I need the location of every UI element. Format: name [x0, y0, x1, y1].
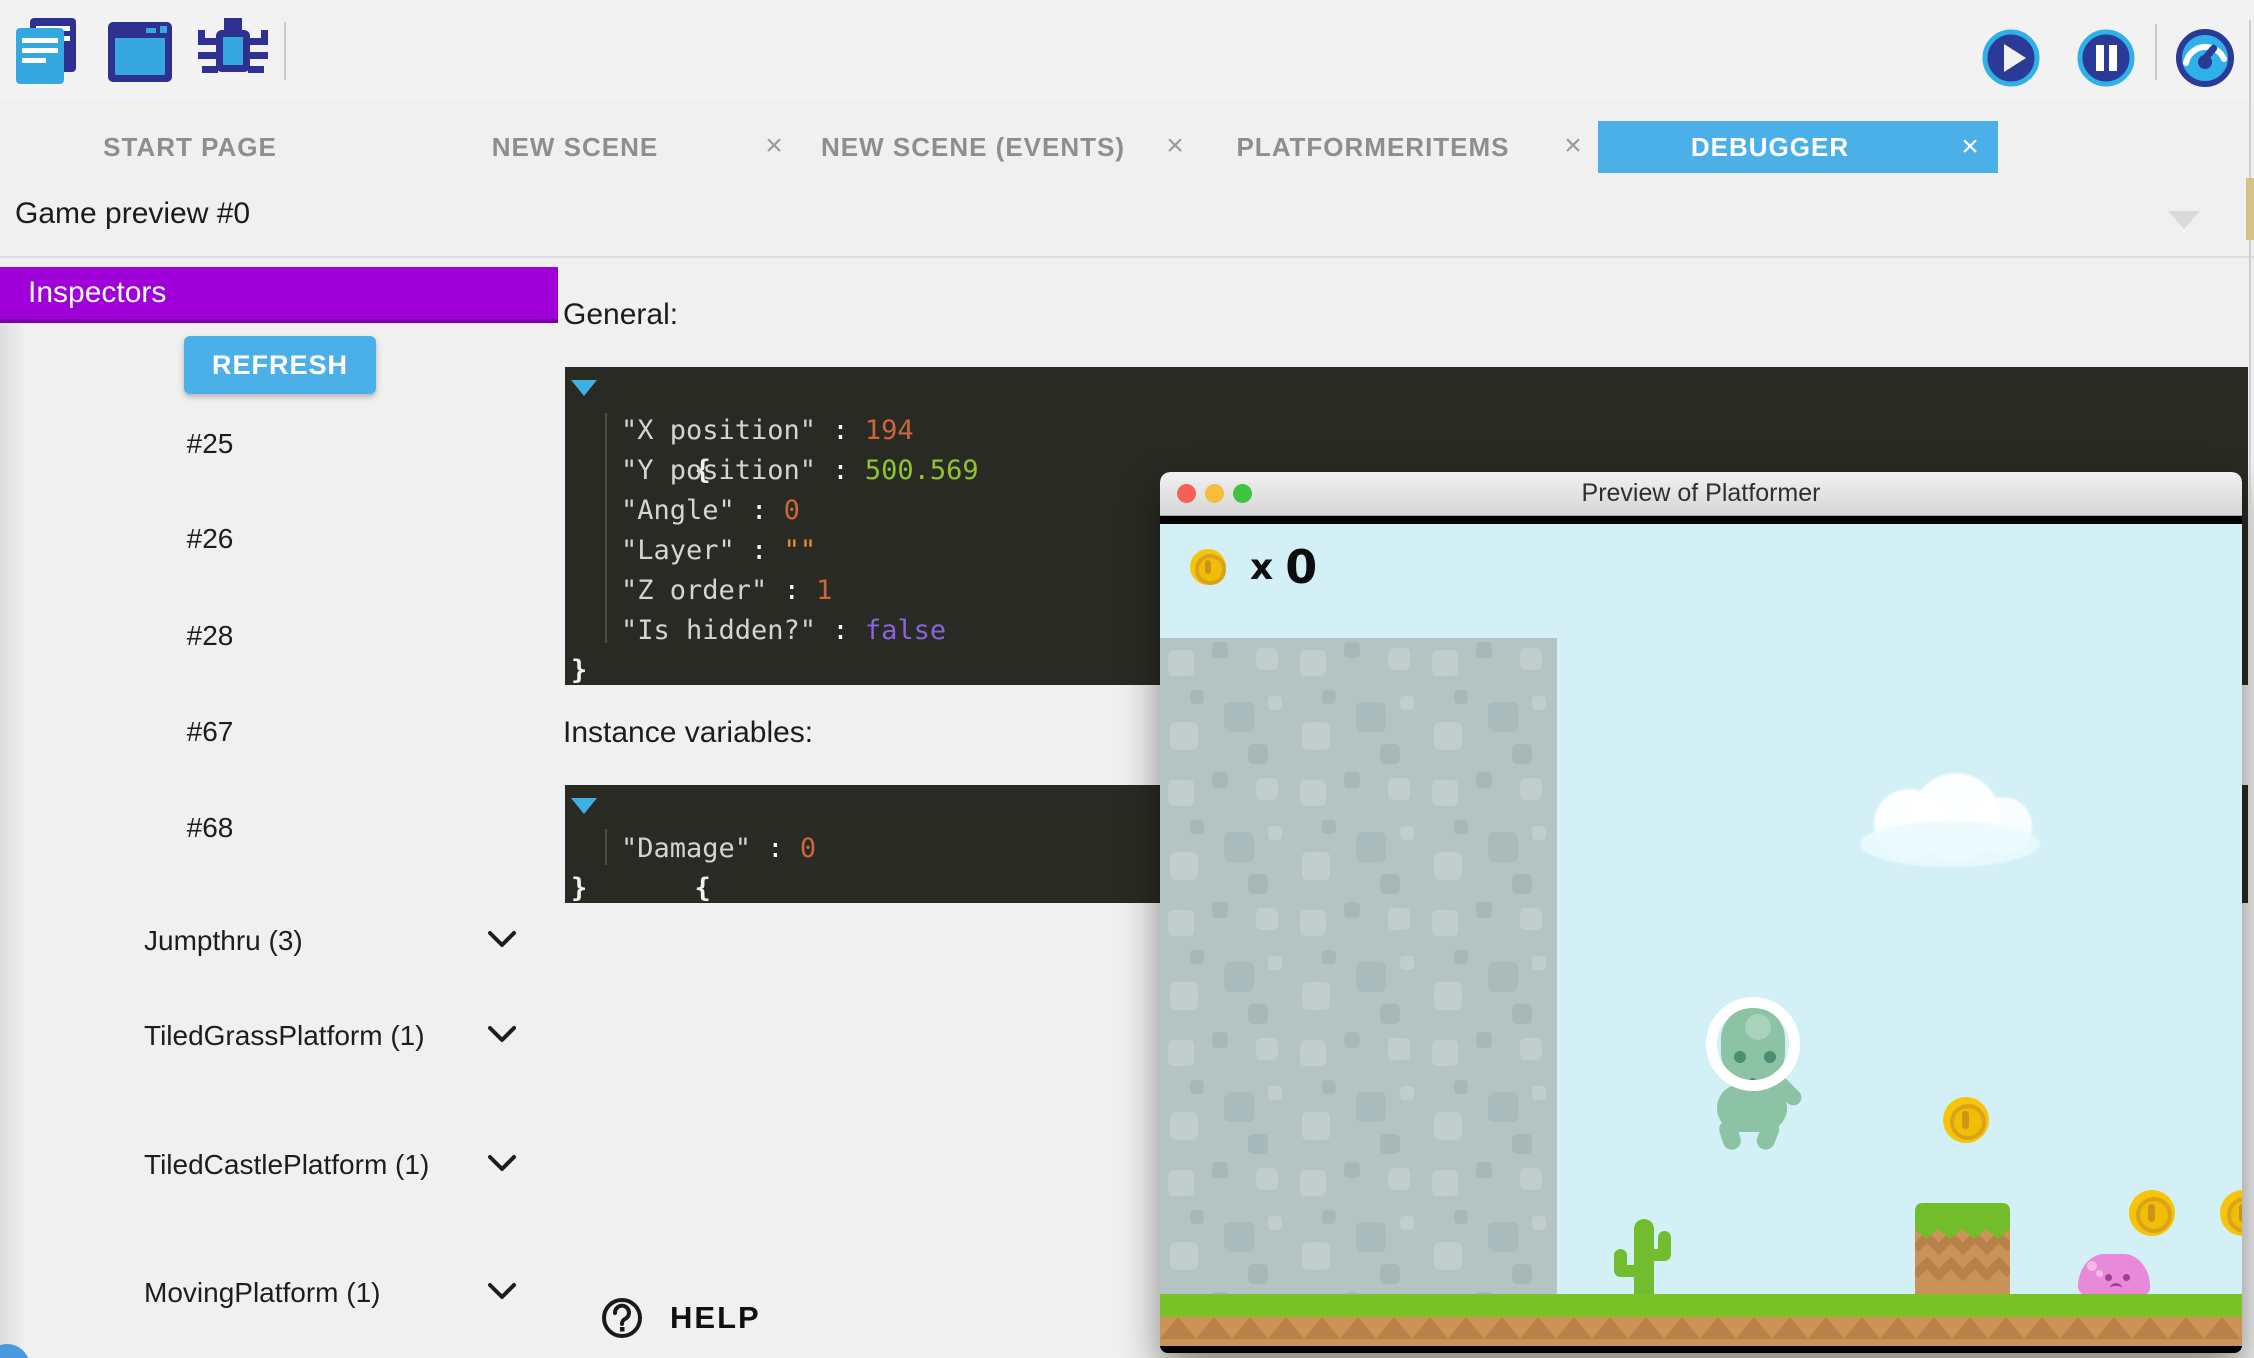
inspector-item-28[interactable]: #28	[60, 620, 360, 652]
tab-new-scene-events[interactable]: NEW SCENE (EVENTS)	[793, 121, 1153, 173]
json-colon: :	[767, 575, 816, 606]
cloud-sprite	[1860, 773, 2040, 873]
debugger-bug-icon[interactable]	[196, 16, 270, 91]
json-colon: :	[751, 833, 800, 864]
chevron-down-icon	[2168, 211, 2200, 229]
platform-block-sprite	[1915, 1203, 2010, 1294]
preview-select-label: Game preview #0	[15, 197, 250, 231]
sidebar-scroll-shadow	[0, 322, 26, 1358]
gdevelop-app: START PAGE NEW SCENE × NEW SCENE (EVENTS…	[0, 0, 2254, 1358]
json-value: false	[865, 615, 946, 646]
json-colon: :	[735, 495, 784, 526]
json-close-brace: }	[571, 873, 587, 904]
json-key: "Z order"	[621, 575, 767, 606]
tab-new-scene-events-close-icon[interactable]: ×	[1155, 121, 1195, 173]
json-value: ""	[784, 535, 817, 566]
project-manager-icon[interactable]	[14, 16, 80, 91]
coin-sprite	[1943, 1097, 1989, 1143]
scrollbar-marker	[2246, 178, 2254, 240]
preview-window[interactable]: Preview of Platformer	[1160, 472, 2242, 1353]
preview-window-titlebar[interactable]: Preview of Platformer	[1160, 472, 2242, 516]
inspectors-title: Inspectors	[28, 276, 166, 310]
inspector-group-tiledgrassplatform[interactable]: TiledGrassPlatform (1)	[144, 1019, 454, 1053]
instance-variables-heading: Instance variables:	[563, 716, 813, 750]
json-key: "Is hidden?"	[621, 615, 816, 646]
ground-dirt	[1160, 1339, 2242, 1346]
inspector-group-jumpthru[interactable]: Jumpthru (3)	[144, 924, 454, 958]
json-key: "Y position"	[621, 455, 816, 486]
json-value: 1	[816, 575, 832, 606]
json-key: "Damage"	[621, 833, 751, 864]
json-value: 194	[865, 415, 914, 446]
json-key: "X position"	[621, 415, 816, 446]
tab-platformeritems[interactable]: PLATFORMERITEMS	[1193, 121, 1553, 173]
tab-bar: START PAGE NEW SCENE × NEW SCENE (EVENTS…	[0, 121, 2254, 173]
inspector-item-67[interactable]: #67	[60, 716, 360, 748]
pause-icon[interactable]	[2077, 29, 2135, 92]
hud-coin-count: 0	[1285, 540, 1317, 594]
inspector-item-26[interactable]: #26	[60, 523, 360, 555]
letterbox-top	[1160, 516, 2242, 524]
alien-player-sprite	[1700, 990, 1860, 1170]
help-label: HELP	[670, 1300, 761, 1336]
json-collapse-icon[interactable]	[571, 380, 597, 396]
tab-debugger-close-icon[interactable]: ×	[1942, 130, 1998, 164]
slime-enemy-sprite	[2078, 1254, 2150, 1296]
json-key: "Angle"	[621, 495, 735, 526]
tab-platformeritems-close-icon[interactable]: ×	[1553, 121, 1593, 173]
toolbar-divider-right	[2155, 24, 2157, 80]
tab-debugger-label: DEBUGGER	[1598, 132, 1942, 163]
letterbox-bottom	[1160, 1346, 2242, 1353]
play-icon[interactable]	[1982, 29, 2040, 92]
json-colon: :	[735, 535, 784, 566]
json-colon: :	[816, 455, 865, 486]
hud-times-label: x	[1250, 547, 1273, 588]
tab-debugger[interactable]: DEBUGGER ×	[1598, 121, 1998, 173]
tab-new-scene[interactable]: NEW SCENE	[425, 121, 725, 173]
chevron-down-icon[interactable]	[487, 1153, 517, 1173]
profiler-icon[interactable]	[2176, 29, 2234, 92]
general-heading: General:	[563, 298, 678, 332]
chevron-down-icon[interactable]	[487, 929, 517, 949]
inspectors-sidebar: Inspectors REFRESH #25 #26 #28 #67 #68 J…	[0, 256, 558, 1358]
main-toolbar	[0, 0, 2254, 100]
toolbar-divider	[284, 22, 286, 80]
inspector-item-25[interactable]: #25	[60, 428, 360, 460]
tab-start-page[interactable]: START PAGE	[60, 121, 320, 173]
json-key: "Layer"	[621, 535, 735, 566]
json-colon: :	[816, 415, 865, 446]
cactus-sprite	[1614, 1219, 1671, 1294]
json-close-brace: }	[571, 655, 587, 686]
ground-grass	[1160, 1294, 2242, 1317]
chevron-down-icon[interactable]	[487, 1024, 517, 1044]
json-value: 500.569	[865, 455, 979, 486]
coin-counter-hud: x 0	[1190, 540, 1317, 594]
refresh-button[interactable]: REFRESH	[184, 336, 376, 394]
inspector-group-tiledcastleplatform[interactable]: TiledCastlePlatform (1)	[144, 1148, 454, 1182]
coin-icon	[1190, 549, 1226, 585]
castle-wall-sprite	[1160, 638, 1557, 1294]
preview-window-title: Preview of Platformer	[1160, 479, 2242, 508]
json-value: 0	[800, 833, 816, 864]
inspectors-header: Inspectors	[0, 267, 558, 323]
coin-sprite	[2220, 1190, 2242, 1236]
json-value: 0	[784, 495, 800, 526]
coin-sprite	[2129, 1190, 2175, 1236]
debugger-target-select[interactable]: Game preview #0	[0, 173, 2254, 258]
ground-zigzag	[1160, 1317, 2242, 1339]
json-colon: :	[816, 615, 865, 646]
inspector-group-movingplatform[interactable]: MovingPlatform (1)	[144, 1276, 454, 1310]
question-mark-icon	[600, 1296, 644, 1340]
chevron-down-icon[interactable]	[487, 1281, 517, 1301]
scene-window-icon[interactable]	[106, 20, 174, 89]
help-button[interactable]: HELP	[600, 1296, 761, 1340]
json-collapse-icon[interactable]	[571, 798, 597, 814]
inspector-item-68[interactable]: #68	[60, 812, 360, 844]
tab-new-scene-close-icon[interactable]: ×	[754, 121, 794, 173]
game-viewport[interactable]: x 0	[1160, 524, 2242, 1346]
